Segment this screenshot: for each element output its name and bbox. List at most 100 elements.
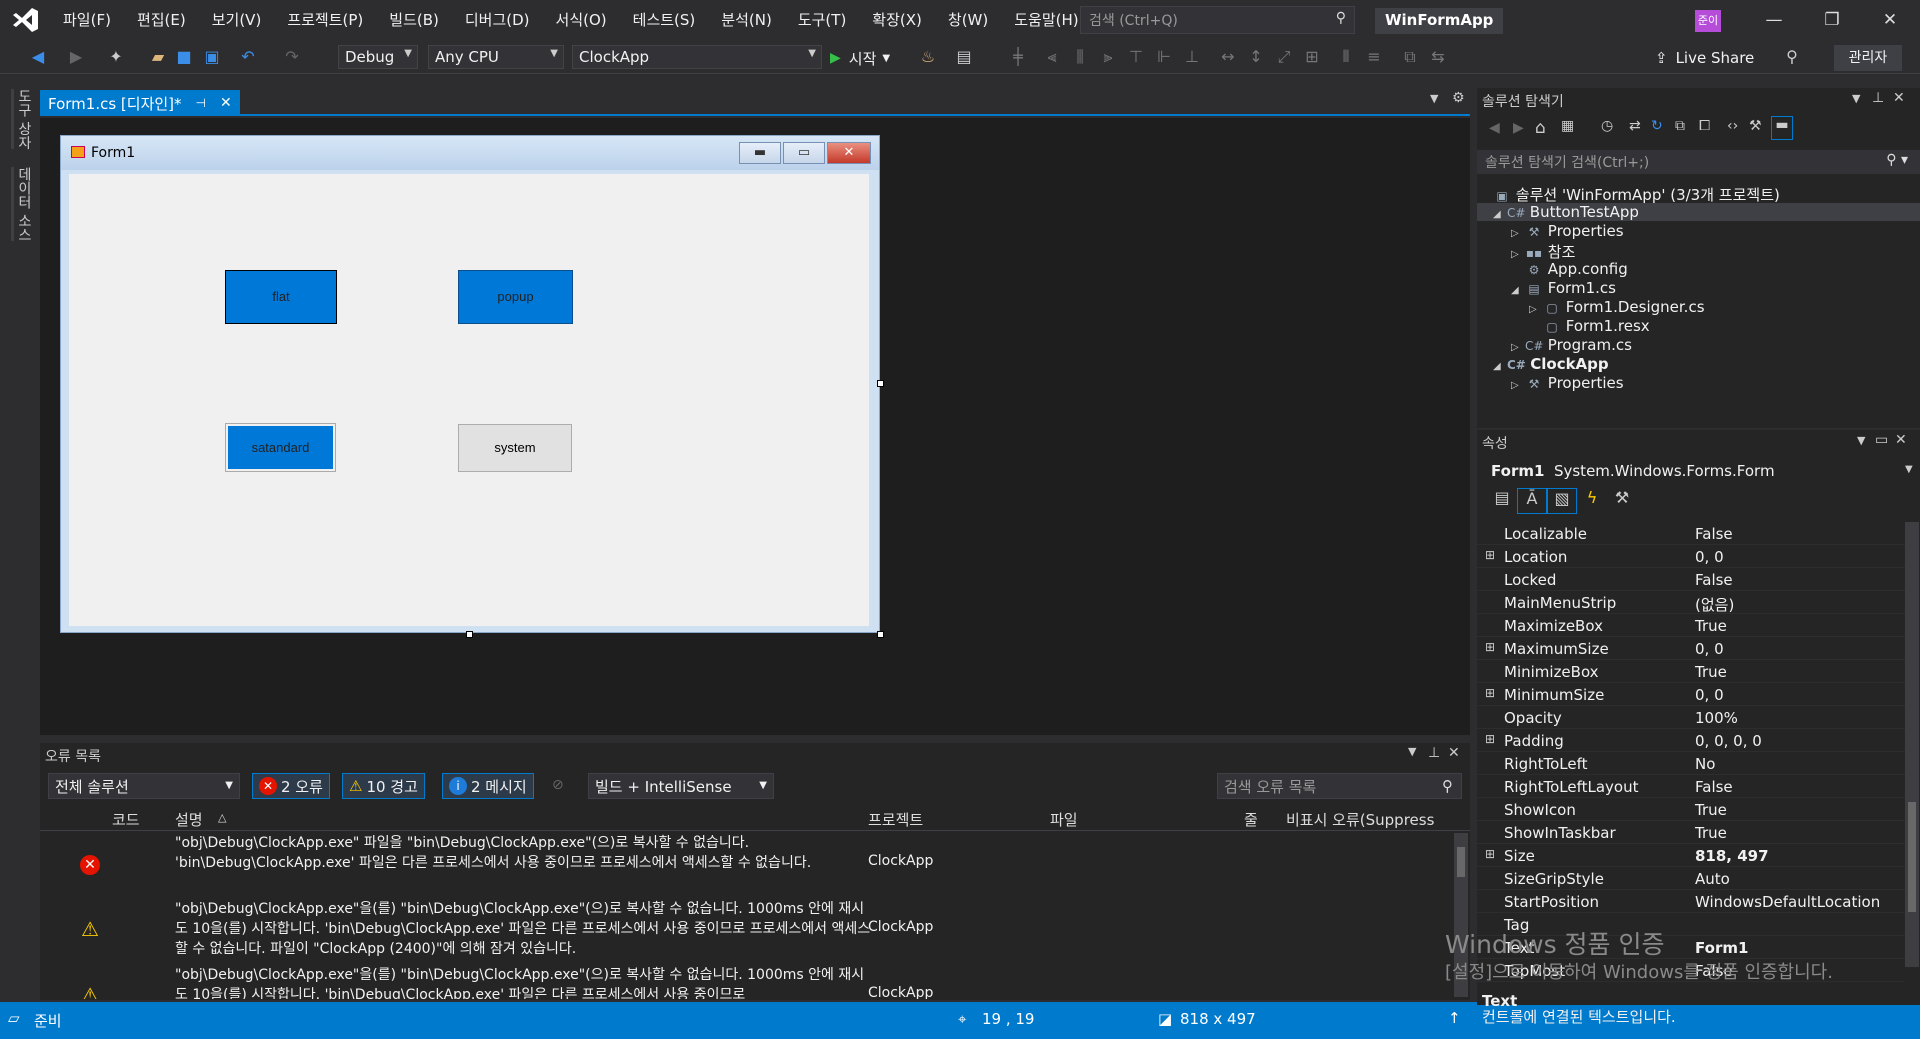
property-row[interactable]: ⊞ MinimumSize 0, 0 — [1477, 683, 1905, 706]
start-debugging-button[interactable]: ▶ 시작 ▼ — [830, 46, 890, 70]
close-icon[interactable]: ✕ — [1861, 0, 1919, 40]
tree-item-clockapp-properties[interactable]: ▷ ⚒ Properties — [1511, 374, 1624, 392]
switch-views-icon[interactable]: ▦ — [1561, 118, 1574, 134]
property-pages-wrench-icon[interactable]: ⚒ — [1607, 488, 1637, 514]
publish-icon[interactable]: ↑ — [1448, 1009, 1461, 1027]
property-value[interactable]: False — [1695, 778, 1733, 796]
property-value[interactable]: True — [1695, 617, 1727, 635]
pending-changes-icon[interactable]: ◷ — [1601, 118, 1613, 134]
property-value[interactable]: False — [1695, 571, 1733, 589]
tree-project-clockapp[interactable]: ◢ C# ClockApp — [1493, 355, 1609, 373]
tree-solution[interactable]: ▣ 솔루션 'WinFormApp' (3/3개 프로젝트) — [1493, 184, 1913, 205]
property-value[interactable]: No — [1695, 755, 1715, 773]
data-sources-tab[interactable]: 데이터 소스 — [11, 167, 34, 242]
menu-file[interactable]: 파일(F) — [50, 0, 124, 40]
categorized-icon[interactable]: ▤ — [1487, 488, 1517, 514]
resize-handle-right[interactable] — [877, 380, 884, 387]
back-icon[interactable]: ◀ — [1489, 120, 1500, 136]
tree-item-form1-resx[interactable]: ▢ Form1.resx — [1543, 317, 1649, 335]
property-value[interactable]: WindowsDefaultLocation — [1695, 893, 1880, 911]
property-value[interactable]: True — [1695, 663, 1727, 681]
messages-filter-toggle[interactable]: i2 메시지 — [442, 773, 534, 799]
property-value[interactable]: 818, 497 — [1695, 847, 1769, 865]
property-row[interactable]: ⊞ MaximumSize 0, 0 — [1477, 637, 1905, 660]
property-value[interactable]: 0, 0, 0, 0 — [1695, 732, 1762, 750]
menu-extensions[interactable]: 확장(X) — [859, 0, 935, 40]
column-code[interactable]: 코드 — [112, 809, 140, 830]
property-value[interactable]: False — [1695, 525, 1733, 543]
visual-studio-logo-icon[interactable] — [10, 6, 40, 34]
menu-debug[interactable]: 디버그(D) — [452, 0, 543, 40]
clear-filter-icon[interactable]: ⊘ — [552, 777, 564, 793]
property-row[interactable]: RightToLeftLayout False — [1477, 775, 1905, 798]
property-value[interactable]: 0, 0 — [1695, 548, 1724, 566]
property-row[interactable]: ⊞ Location 0, 0 — [1477, 545, 1905, 568]
tree-item-app-config[interactable]: ⚙ App.config — [1525, 260, 1628, 278]
column-suppression[interactable]: 비표시 오류(Suppress — [1286, 809, 1434, 830]
expand-plus-icon[interactable]: ⊞ — [1485, 640, 1495, 654]
close-panel-icon[interactable]: ✕ — [1895, 432, 1907, 448]
undo-icon[interactable]: ↶ — [238, 47, 258, 67]
property-row[interactable]: MinimizeBox True — [1477, 660, 1905, 683]
expand-plus-icon[interactable]: ⊞ — [1485, 686, 1495, 700]
maximize-panel-icon[interactable]: ▭ — [1875, 432, 1888, 448]
property-row[interactable]: MaximizeBox True — [1477, 614, 1905, 637]
property-value[interactable]: Auto — [1695, 870, 1730, 888]
warnings-filter-toggle[interactable]: ⚠ 10 경고 — [342, 773, 425, 799]
align-to-grid-icon[interactable]: ╪ — [1008, 47, 1028, 67]
menu-help[interactable]: 도움말(H) — [1001, 0, 1091, 40]
make-same-width-icon[interactable]: ↔ — [1218, 47, 1238, 67]
property-value[interactable]: Form1 — [1695, 939, 1748, 957]
minimize-icon[interactable]: — — [1745, 0, 1803, 40]
property-object-select[interactable]: Form1 System.Windows.Forms.Form ▼ — [1491, 462, 1913, 480]
errors-filter-toggle[interactable]: ✕ 2 오류 — [252, 773, 330, 799]
expand-plus-icon[interactable]: ⊞ — [1485, 548, 1495, 562]
warning-row[interactable]: ⚠ "obj\Debug\ClockApp.exe"을(를) "bin\Debu… — [40, 965, 1460, 999]
menu-project[interactable]: 프로젝트(P) — [274, 0, 376, 40]
window-position-dropdown-icon[interactable]: ▼ — [1852, 92, 1860, 105]
refresh-icon[interactable]: ↻ — [1651, 118, 1663, 134]
scrollbar-thumb[interactable] — [1908, 802, 1916, 912]
column-line[interactable]: 줄 — [1244, 809, 1258, 830]
user-avatar[interactable]: 준이 — [1695, 10, 1721, 32]
platform-select[interactable]: Any CPU ▼ — [428, 45, 564, 69]
menu-format[interactable]: 서식(O) — [543, 0, 620, 40]
menu-build[interactable]: 빌드(B) — [376, 0, 452, 40]
view-code-icon[interactable]: ‹› — [1727, 118, 1738, 134]
error-search-input[interactable]: 검색 오류 목록 ⚲ — [1217, 773, 1462, 799]
open-folder-icon[interactable]: ▰ — [148, 47, 168, 67]
property-row[interactable]: SizeGripStyle Auto — [1477, 867, 1905, 890]
align-bottoms-icon[interactable]: ⊥ — [1182, 47, 1202, 67]
horizontal-spacing-icon[interactable]: ⫴ — [1336, 47, 1356, 67]
close-panel-icon[interactable]: ✕ — [1893, 90, 1905, 106]
bring-to-front-icon[interactable]: ⧉ — [1400, 47, 1420, 67]
solution-config-select[interactable]: Debug ▼ — [338, 45, 418, 69]
browse-icon[interactable]: ▤ — [954, 47, 974, 67]
property-value[interactable]: 0, 0 — [1695, 640, 1724, 658]
window-position-dropdown-icon[interactable]: ▼ — [1408, 745, 1416, 758]
column-description[interactable]: 설명 — [175, 809, 203, 830]
quick-search-input[interactable]: 검색 (Ctrl+Q) ⚲ — [1080, 6, 1355, 34]
column-file[interactable]: 파일 — [1050, 809, 1078, 830]
close-panel-icon[interactable]: ✕ — [1448, 745, 1460, 761]
close-tab-icon[interactable]: ✕ — [220, 95, 232, 111]
tree-item-references[interactable]: ▷ ▪▪ 참조 — [1511, 241, 1575, 262]
pin-icon[interactable]: ⊥ — [1428, 745, 1440, 761]
forward-icon[interactable]: ▶ — [1513, 120, 1524, 136]
property-row[interactable]: MainMenuStrip (없음) — [1477, 591, 1905, 614]
startup-project-select[interactable]: ClockApp ▼ — [572, 45, 822, 69]
restore-icon[interactable]: ❐ — [1803, 0, 1861, 40]
menu-window[interactable]: 창(W) — [935, 0, 1001, 40]
tree-project-buttontestapp[interactable]: ◢ C# ButtonTestApp — [1477, 203, 1920, 221]
solution-search-input[interactable]: 솔루션 탐색기 검색(Ctrl+;) ⚲ ▾ — [1477, 150, 1920, 174]
property-row[interactable]: RightToLeft No — [1477, 752, 1905, 775]
properties-view-icon[interactable]: ▧ — [1547, 488, 1577, 514]
flat-button[interactable]: flat — [225, 270, 337, 324]
tab-list-dropdown-icon[interactable]: ▼ — [1430, 92, 1438, 105]
menu-tools[interactable]: 도구(T) — [785, 0, 859, 40]
error-scope-select[interactable]: 전체 솔루션 ▼ — [48, 773, 240, 799]
tree-item-form1-cs[interactable]: ◢ ▤ Form1.cs — [1511, 279, 1616, 297]
live-share-button[interactable]: ⇪ Live Share — [1655, 46, 1754, 70]
navigate-forward-icon[interactable]: ▶ — [66, 47, 86, 67]
property-value[interactable]: (없음) — [1695, 594, 1734, 615]
